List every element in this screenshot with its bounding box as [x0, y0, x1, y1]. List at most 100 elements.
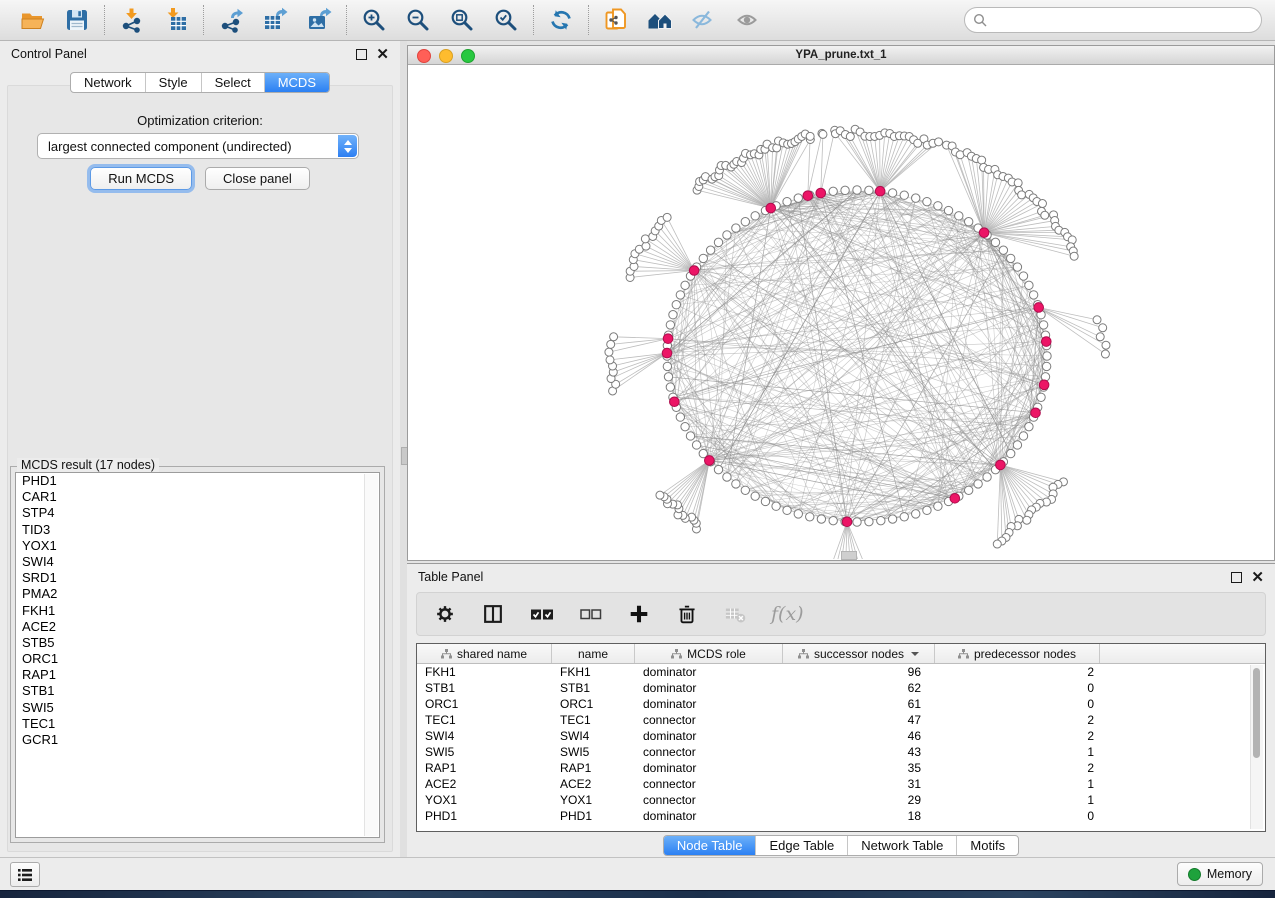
ring-node[interactable] — [888, 189, 896, 197]
leaf-node[interactable] — [1038, 200, 1046, 208]
export-network-button[interactable] — [217, 6, 245, 34]
table-row[interactable]: PHD1PHD1dominator180 — [417, 808, 1265, 824]
mcds-hub-node[interactable] — [1039, 380, 1049, 390]
leaf-node[interactable] — [641, 235, 649, 243]
ring-node[interactable] — [706, 246, 714, 254]
ring-node[interactable] — [991, 238, 999, 246]
function-builder-button[interactable]: f(x) — [771, 603, 804, 625]
ring-node[interactable] — [1025, 422, 1033, 430]
tab-network-table[interactable]: Network Table — [847, 836, 956, 855]
table-row[interactable]: ACE2ACE2connector311 — [417, 776, 1265, 792]
ring-node[interactable] — [681, 422, 689, 430]
memory-button[interactable]: Memory — [1177, 862, 1263, 886]
ring-node[interactable] — [681, 281, 689, 289]
ring-node[interactable] — [841, 186, 849, 194]
delete-table-button[interactable] — [723, 604, 747, 624]
refresh-network-button[interactable] — [547, 6, 575, 34]
export-table-button[interactable] — [261, 6, 289, 34]
ring-node[interactable] — [923, 506, 931, 514]
ring-node[interactable] — [732, 480, 740, 488]
mcds-result-item[interactable]: SWI4 — [16, 554, 379, 570]
ring-node[interactable] — [1025, 281, 1033, 289]
tab-node-table[interactable]: Node Table — [664, 836, 756, 855]
open-file-button[interactable] — [19, 6, 47, 34]
ring-node[interactable] — [1037, 393, 1045, 401]
leaf-node[interactable] — [606, 356, 614, 364]
ring-node[interactable] — [692, 441, 700, 449]
mcds-result-item[interactable]: STB1 — [16, 683, 379, 699]
leaf-node[interactable] — [1041, 211, 1049, 219]
leaf-node[interactable] — [1070, 252, 1078, 260]
table-row[interactable]: RAP1RAP1dominator352 — [417, 760, 1265, 776]
tab-motifs[interactable]: Motifs — [956, 836, 1018, 855]
table-scrollbar[interactable] — [1250, 665, 1263, 829]
ring-node[interactable] — [714, 238, 722, 246]
ring-node[interactable] — [888, 515, 896, 523]
mcds-hub-node[interactable] — [1031, 408, 1041, 418]
close-window-icon[interactable] — [417, 49, 431, 63]
mcds-result-item[interactable]: STB5 — [16, 635, 379, 651]
ring-node[interactable] — [723, 231, 731, 239]
ring-node[interactable] — [806, 513, 814, 521]
leaf-node[interactable] — [656, 491, 664, 499]
ring-node[interactable] — [1013, 441, 1021, 449]
ring-node[interactable] — [944, 206, 952, 214]
ring-node[interactable] — [1019, 272, 1027, 280]
column-header-predecessor-nodes[interactable]: predecessor nodes — [935, 644, 1100, 663]
tab-select[interactable]: Select — [201, 73, 264, 92]
ring-node[interactable] — [865, 517, 873, 525]
criterion-dropdown[interactable]: largest connected component (undirected) — [37, 133, 359, 159]
show-panels-button[interactable] — [10, 862, 40, 887]
ring-node[interactable] — [794, 194, 802, 202]
mcds-hub-node[interactable] — [1034, 303, 1044, 313]
mcds-result-item[interactable]: ORC1 — [16, 651, 379, 667]
leaf-node[interactable] — [1018, 191, 1026, 199]
network-graph[interactable] — [408, 65, 1274, 559]
ring-node[interactable] — [999, 246, 1007, 254]
leaf-node[interactable] — [846, 133, 854, 141]
mcds-hub-node[interactable] — [842, 517, 852, 527]
leaf-node[interactable] — [1096, 333, 1104, 341]
leaf-node[interactable] — [978, 156, 986, 164]
tab-network[interactable]: Network — [71, 73, 145, 92]
maximize-window-icon[interactable] — [461, 49, 475, 63]
ring-node[interactable] — [1013, 263, 1021, 271]
leaf-node[interactable] — [610, 333, 618, 341]
mcds-hub-node[interactable] — [766, 203, 776, 213]
float-table-panel-icon[interactable] — [1231, 572, 1242, 583]
leaf-node[interactable] — [642, 242, 650, 250]
close-panel-button[interactable]: Close panel — [205, 167, 310, 190]
leaf-node[interactable] — [1099, 324, 1107, 332]
ring-node[interactable] — [974, 480, 982, 488]
mcds-result-item[interactable]: PMA2 — [16, 586, 379, 602]
leaf-node[interactable] — [1014, 179, 1022, 187]
mcds-hub-node[interactable] — [689, 266, 699, 276]
mcds-result-item[interactable]: TID3 — [16, 522, 379, 538]
ring-node[interactable] — [741, 486, 749, 494]
leaf-node[interactable] — [1101, 350, 1109, 358]
ring-node[interactable] — [783, 506, 791, 514]
ring-node[interactable] — [686, 432, 694, 440]
tab-mcds[interactable]: MCDS — [264, 73, 329, 92]
ring-node[interactable] — [912, 510, 920, 518]
toggle-panes-button[interactable] — [481, 602, 505, 626]
deselect-all-button[interactable] — [579, 605, 603, 623]
ring-node[interactable] — [1039, 321, 1047, 329]
search-input[interactable] — [992, 10, 1261, 30]
ring-node[interactable] — [900, 191, 908, 199]
leaf-node[interactable] — [993, 540, 1001, 548]
first-neighbors-button[interactable] — [646, 6, 674, 34]
import-network-button[interactable] — [118, 6, 146, 34]
mcds-result-item[interactable]: ACE2 — [16, 619, 379, 635]
column-header-name[interactable]: name — [552, 644, 635, 663]
column-settings-button[interactable] — [433, 602, 457, 626]
zoom-out-button[interactable] — [404, 6, 432, 34]
mcds-hub-node[interactable] — [670, 397, 680, 407]
mcds-hub-node[interactable] — [996, 460, 1006, 470]
mcds-result-item[interactable]: SRD1 — [16, 570, 379, 586]
ring-node[interactable] — [955, 212, 963, 220]
ring-node[interactable] — [964, 218, 972, 226]
tab-edge-table[interactable]: Edge Table — [755, 836, 847, 855]
leaf-node[interactable] — [819, 130, 827, 138]
ring-node[interactable] — [783, 197, 791, 205]
